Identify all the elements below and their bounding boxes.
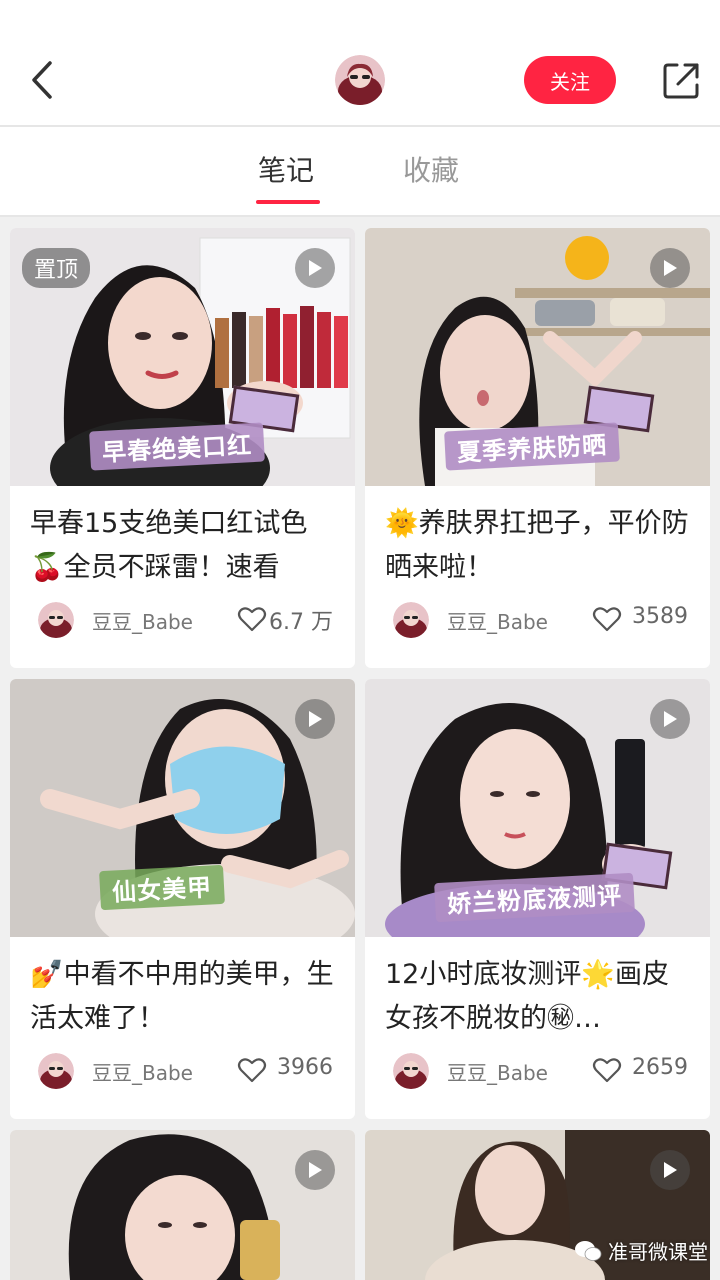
video-play-button[interactable] <box>650 248 690 288</box>
note-thumbnail[interactable]: 置顶 早春绝美口红 <box>10 228 355 486</box>
heart-icon[interactable] <box>237 1055 267 1085</box>
follow-button[interactable]: 关注 <box>524 56 616 104</box>
note-meta: 豆豆_Babe 3966 <box>10 1043 355 1113</box>
heart-icon[interactable] <box>237 604 267 634</box>
video-play-button[interactable] <box>295 699 335 739</box>
author-name[interactable]: 豆豆_Babe <box>447 606 548 635</box>
play-icon <box>309 711 322 727</box>
tab-collections[interactable]: 收藏 <box>403 149 459 189</box>
note-card[interactable]: 娇兰粉底液测评 12小时底妆测评🌟画皮女孩不脱妆的㊙… 豆豆_Babe 2659 <box>365 679 710 1119</box>
heart-icon[interactable] <box>592 604 622 634</box>
note-card[interactable] <box>10 1130 355 1280</box>
tab-notes[interactable]: 笔记 <box>258 149 314 189</box>
note-thumbnail[interactable] <box>10 1130 355 1280</box>
note-title[interactable]: 12小时底妆测评🌟画皮女孩不脱妆的㊙… <box>365 937 710 1043</box>
note-meta: 豆豆_Babe 3589 <box>365 592 710 662</box>
like-count: 3589 <box>632 604 688 629</box>
wechat-icon <box>575 1240 602 1261</box>
note-thumbnail[interactable]: 仙女美甲 <box>10 679 355 937</box>
note-thumbnail[interactable]: 娇兰粉底液测评 <box>365 679 710 937</box>
watermark: 准哥微课堂 <box>574 1236 708 1265</box>
note-meta: 豆豆_Babe 2659 <box>365 1043 710 1113</box>
note-card[interactable]: 仙女美甲 💅中看不中用的美甲，生活太难了！ 豆豆_Babe 3966 <box>10 679 355 1119</box>
play-icon <box>664 711 677 727</box>
video-play-button[interactable] <box>295 248 335 288</box>
active-tab-indicator <box>256 200 320 204</box>
like-count: 2659 <box>632 1055 688 1080</box>
heart-icon[interactable] <box>592 1055 622 1085</box>
profile-avatar[interactable] <box>335 55 385 105</box>
like-count: 3966 <box>277 1055 333 1080</box>
note-thumbnail[interactable]: 夏季养肤防晒 <box>365 228 710 486</box>
play-icon <box>664 1162 677 1178</box>
share-icon <box>663 63 699 99</box>
play-icon <box>664 260 677 276</box>
note-card[interactable]: 夏季养肤防晒 🌞养肤界扛把子，平价防晒来啦！ 豆豆_Babe 3589 <box>365 228 710 668</box>
author-name[interactable]: 豆豆_Babe <box>92 1057 193 1086</box>
video-play-button[interactable] <box>650 699 690 739</box>
author-name[interactable]: 豆豆_Babe <box>92 606 193 635</box>
chevron-left-icon <box>32 61 52 99</box>
share-button[interactable] <box>660 60 702 102</box>
image-caption: 仙女美甲 <box>99 864 225 911</box>
author-avatar[interactable] <box>393 1053 429 1089</box>
author-name[interactable]: 豆豆_Babe <box>447 1057 548 1086</box>
author-avatar[interactable] <box>38 1053 74 1089</box>
note-card[interactable]: 置顶 早春绝美口红 早春15支绝美口红试色🍒全员不踩雷！速看 豆豆_Babe 6… <box>10 228 355 668</box>
top-bar: 关注 <box>0 0 720 127</box>
play-icon <box>309 1162 322 1178</box>
author-avatar[interactable] <box>38 602 74 638</box>
watermark-text: 准哥微课堂 <box>608 1240 708 1264</box>
play-icon <box>309 260 322 276</box>
like-count: 6.7 万 <box>269 610 333 635</box>
author-avatar[interactable] <box>393 602 429 638</box>
pinned-badge: 置顶 <box>22 248 91 288</box>
note-title[interactable]: 🌞养肤界扛把子，平价防晒来啦！ <box>365 486 710 592</box>
tab-bar: 笔记 收藏 <box>0 127 720 217</box>
note-title[interactable]: 💅中看不中用的美甲，生活太难了！ <box>10 937 355 1043</box>
note-title[interactable]: 早春15支绝美口红试色🍒全员不踩雷！速看 <box>10 486 355 592</box>
video-play-button[interactable] <box>295 1150 335 1190</box>
note-meta: 豆豆_Babe 6.7 万 <box>10 592 355 662</box>
back-button[interactable] <box>22 58 62 102</box>
video-play-button[interactable] <box>650 1150 690 1190</box>
